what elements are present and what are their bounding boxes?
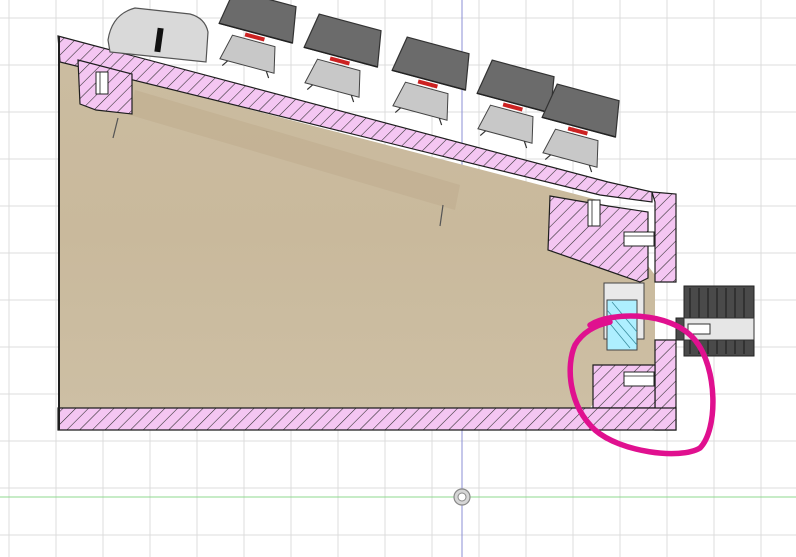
- keycap: [218, 0, 297, 79]
- origin-icon[interactable]: [453, 488, 471, 506]
- cad-viewport[interactable]: [0, 0, 796, 557]
- case-right-wall-upper: [651, 191, 677, 283]
- keycap: [303, 13, 382, 103]
- rotary-knob: [107, 7, 209, 63]
- switch-housing: [219, 34, 276, 74]
- case-left-wall: [58, 36, 60, 430]
- switch-housing: [392, 81, 449, 121]
- keycap: [476, 59, 555, 149]
- usb-connector: [675, 285, 755, 357]
- switch-housing: [304, 58, 361, 98]
- section-view-canvas[interactable]: [0, 0, 796, 557]
- switch-housing: [477, 104, 534, 144]
- switch-housing: [542, 128, 599, 168]
- keycap: [391, 36, 470, 126]
